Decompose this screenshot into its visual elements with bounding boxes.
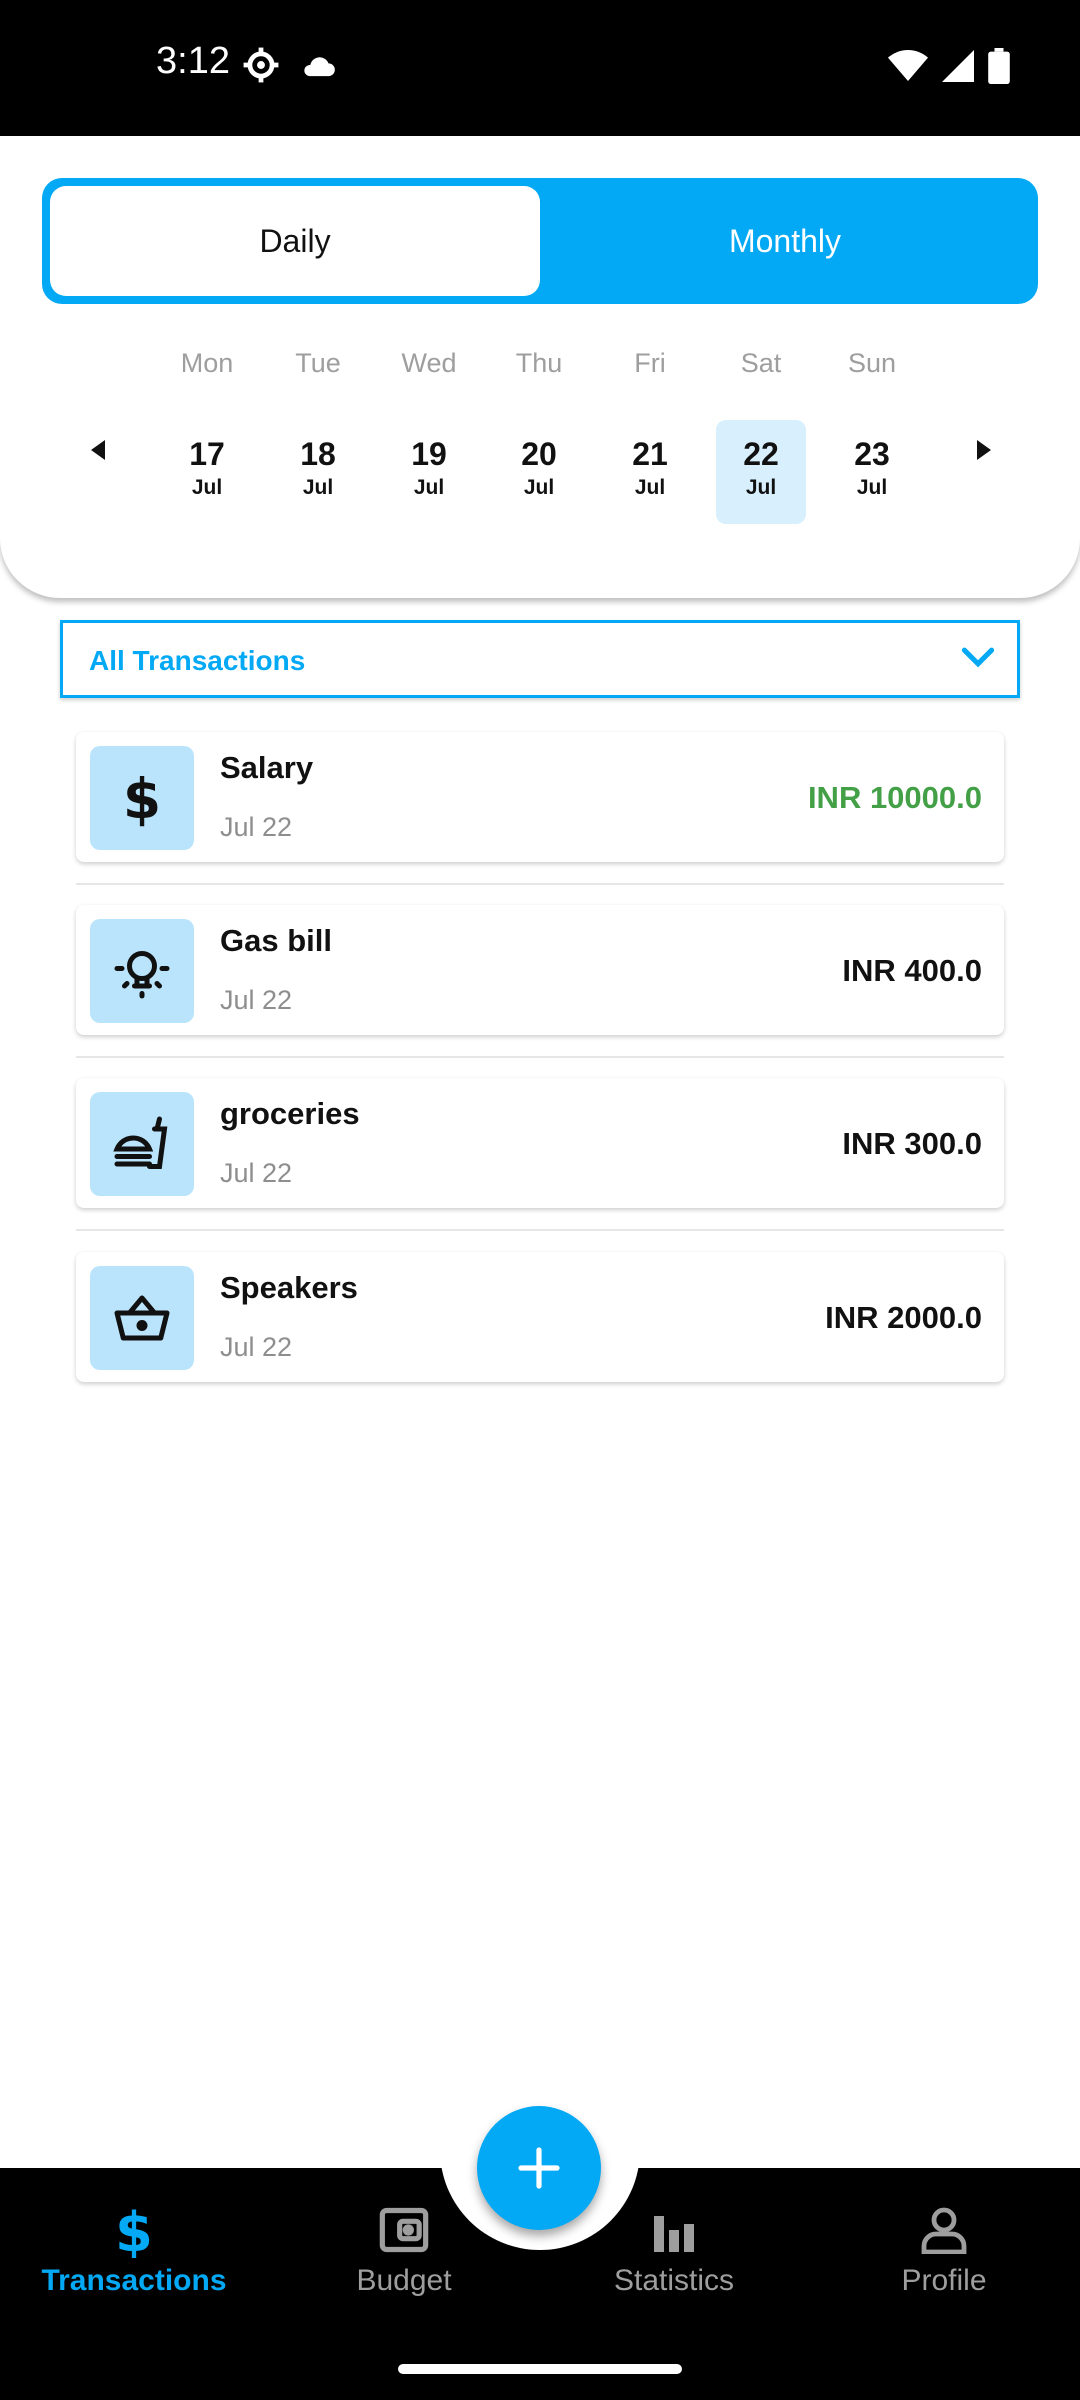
nav-statistics[interactable]: Statistics [554, 2200, 794, 2320]
day-month: Jul [856, 476, 888, 499]
nav-budget[interactable]: Budget [284, 2200, 524, 2320]
day-fri[interactable]: Fri 21 Jul [605, 348, 695, 499]
day-month: Jul [523, 476, 555, 499]
transaction-date: Jul 22 [220, 985, 293, 1015]
transaction-item[interactable]: $ Salary Jul 22 INR 10000.0 [76, 732, 1004, 862]
day-name: Tue [295, 348, 341, 378]
person-icon [824, 2200, 1064, 2260]
day-number: 17 [189, 436, 225, 472]
day-name: Thu [515, 348, 563, 378]
daily-tab[interactable]: Daily [50, 186, 540, 296]
settings-gear-icon [242, 46, 280, 89]
bar-chart-icon [554, 2200, 794, 2260]
day-thu[interactable]: Thu 20 Jul [494, 348, 584, 499]
monthly-tab[interactable]: Monthly [540, 186, 1030, 296]
day-number: 19 [411, 436, 447, 472]
day-sat[interactable]: Sat 22 Jul [716, 348, 806, 524]
day-name: Mon [180, 348, 234, 378]
cell-signal-icon [942, 50, 974, 87]
basket-icon [90, 1266, 194, 1370]
day-number: 23 [854, 436, 890, 472]
wallet-icon [284, 2200, 524, 2260]
selected-day-highlight: 22 Jul [716, 420, 806, 524]
day-name: Sun [847, 348, 897, 378]
transaction-amount: INR 300.0 [842, 1126, 982, 1161]
day-month: Jul [413, 476, 445, 499]
svg-text:$: $ [115, 2202, 153, 2258]
day-mon[interactable]: Mon 17 Jul [162, 348, 252, 499]
transaction-item[interactable]: Speakers Jul 22 INR 2000.0 [76, 1252, 1004, 1382]
day-name: Wed [401, 348, 457, 378]
transaction-item[interactable]: Gas bill Jul 22 INR 400.0 [76, 905, 1004, 1035]
transaction-date: Jul 22 [220, 1158, 293, 1188]
transaction-title: Speakers [220, 1270, 358, 1305]
transaction-date: Jul 22 [220, 1332, 293, 1362]
transaction-title: Gas bill [220, 923, 332, 958]
nav-label: Transactions [41, 2264, 227, 2297]
svg-text:$: $ [123, 768, 161, 828]
transaction-title: Salary [220, 750, 314, 785]
chevron-down-icon [961, 645, 995, 674]
dollar-icon: $ [90, 746, 194, 850]
day-month: Jul [191, 476, 223, 499]
transaction-amount: INR 400.0 [842, 953, 982, 988]
week-strip: Mon 17 Jul Tue 18 Jul Wed 19 Jul Thu 20 [0, 348, 1080, 524]
day-number: 18 [300, 436, 336, 472]
day-month: Jul [634, 476, 666, 499]
transaction-filter-dropdown[interactable]: All Transactions [60, 620, 1020, 698]
day-name: Fri [634, 348, 666, 378]
fast-food-icon [90, 1092, 194, 1196]
wifi-icon [888, 50, 928, 87]
transaction-amount: INR 10000.0 [807, 780, 982, 815]
nav-transactions[interactable]: $ Transactions [14, 2200, 254, 2320]
transaction-title: groceries [220, 1096, 360, 1131]
day-number: 22 [743, 436, 779, 472]
plus-icon [518, 2147, 560, 2189]
home-indicator[interactable] [398, 2364, 682, 2374]
day-number: 21 [632, 436, 668, 472]
nav-profile[interactable]: Profile [824, 2200, 1064, 2320]
divider [76, 1229, 1004, 1231]
divider [76, 1056, 1004, 1058]
status-time: 3:12 [156, 40, 230, 82]
status-bar: 3:12 [0, 0, 1080, 136]
day-number: 20 [521, 436, 557, 472]
nav-label: Statistics [613, 2264, 735, 2297]
view-toggle: Daily Monthly [42, 178, 1038, 304]
battery-icon [988, 48, 1010, 89]
transaction-date: Jul 22 [220, 812, 293, 842]
day-name: Sat [740, 348, 782, 378]
divider [76, 883, 1004, 885]
day-month: Jul [745, 476, 777, 499]
transaction-item[interactable]: groceries Jul 22 INR 300.0 [76, 1078, 1004, 1208]
filter-selected-value: All Transactions [89, 645, 306, 676]
nav-label: Budget [356, 2264, 452, 2297]
transaction-amount: INR 2000.0 [825, 1300, 982, 1335]
day-sun[interactable]: Sun 23 Jul [827, 348, 917, 499]
dollar-icon: $ [14, 2200, 254, 2260]
day-wed[interactable]: Wed 19 Jul [384, 348, 474, 499]
day-month: Jul [302, 476, 334, 499]
bulb-icon [90, 919, 194, 1023]
nav-label: Profile [901, 2264, 987, 2297]
cloud-icon [300, 51, 338, 84]
date-selector-card: Daily Monthly Mon 17 Jul Tue 18 Jul Wed … [0, 136, 1080, 598]
day-tue[interactable]: Tue 18 Jul [273, 348, 363, 499]
